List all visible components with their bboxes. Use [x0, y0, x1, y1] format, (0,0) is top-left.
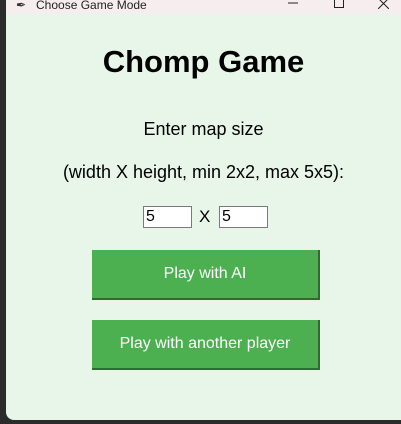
size-separator: X — [199, 207, 211, 226]
close-icon — [377, 0, 389, 9]
minimize-button[interactable] — [270, 0, 316, 14]
play-with-ai-button[interactable]: Play with AI — [92, 250, 320, 300]
minimize-icon — [288, 2, 298, 4]
feather-icon: ✒ — [16, 0, 27, 12]
window-title: Choose Game Mode — [36, 0, 147, 12]
close-button[interactable] — [360, 0, 401, 14]
maximize-button[interactable] — [316, 0, 362, 14]
width-input[interactable] — [143, 206, 192, 228]
maximize-icon — [334, 0, 344, 8]
game-mode-window: ✒ Choose Game Mode Chomp Game Enter map … — [6, 0, 401, 420]
play-with-player-button[interactable]: Play with another player — [92, 320, 320, 370]
map-size-prompt: Enter map size — [143, 119, 264, 139]
game-title: Chomp Game — [102, 44, 305, 79]
title-bar[interactable]: ✒ Choose Game Mode — [6, 0, 401, 14]
height-input[interactable] — [219, 206, 268, 228]
map-size-hint: (width X height, min 2x2, max 5x5): — [62, 162, 345, 182]
